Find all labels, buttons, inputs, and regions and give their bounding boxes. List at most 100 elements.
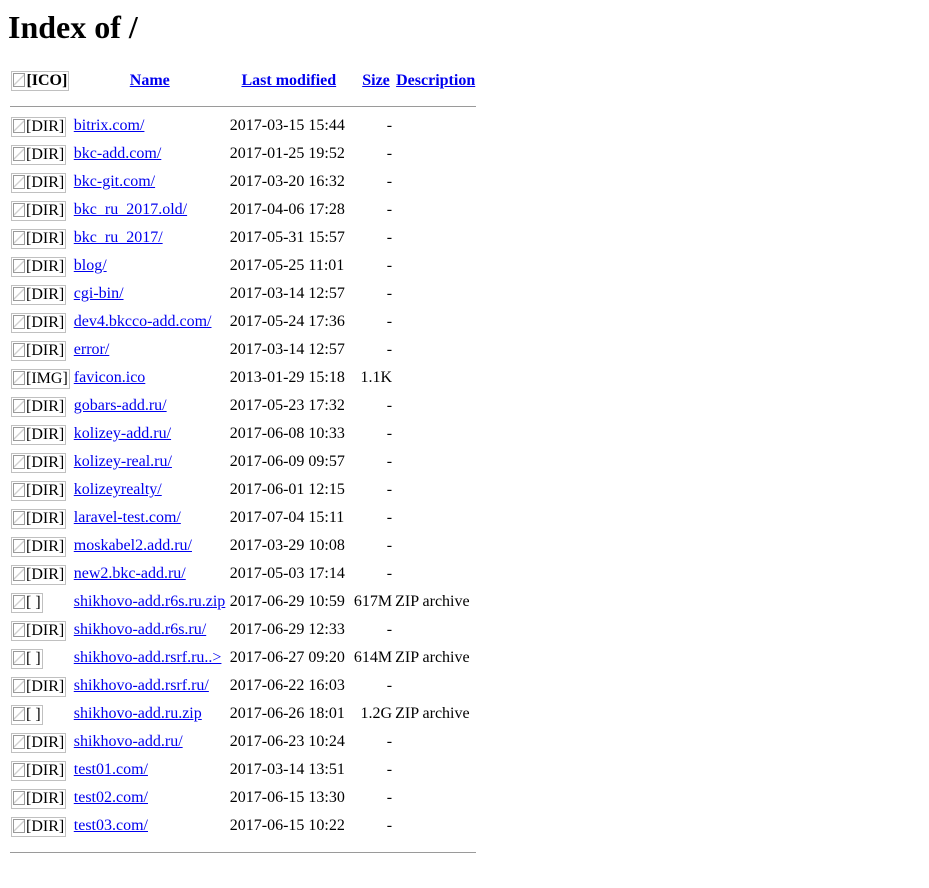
description-cell	[395, 564, 476, 590]
broken-image-glyph-icon	[13, 735, 25, 749]
icon-cell: [DIR]	[10, 172, 71, 198]
icon-alt-text: [DIR]	[26, 202, 65, 219]
icon-alt-text: [DIR]	[26, 314, 65, 331]
entry-link[interactable]: laravel-test.com/	[74, 509, 181, 526]
table-row: [ ] shikhovo-add.ru.zip 2017-06-26 18:01 1.…	[10, 704, 476, 730]
folder-icon: [DIR]	[11, 341, 67, 361]
entry-link[interactable]: shikhovo-add.r6s.ru/	[74, 621, 206, 638]
table-row: [DIR] laravel-test.com/2017-07-04 15:11 -	[10, 508, 476, 534]
entry-link[interactable]: test02.com/	[74, 789, 148, 806]
entry-link[interactable]: shikhovo-add.rsrf.ru/	[74, 677, 209, 694]
description-cell	[395, 116, 476, 142]
size-cell: -	[386, 229, 393, 246]
entry-link[interactable]: bkc_ru_2017.old/	[74, 201, 187, 218]
description-cell	[395, 732, 476, 758]
entry-link[interactable]: new2.bkc-add.ru/	[74, 565, 186, 582]
size-cell: -	[386, 117, 393, 134]
broken-image-glyph-icon	[13, 315, 25, 329]
icon-cell: [DIR]	[10, 200, 71, 226]
size-cell: -	[386, 761, 393, 778]
modified-cell: 2013-01-29 15:18	[229, 369, 345, 386]
entry-link[interactable]: blog/	[74, 257, 107, 274]
entry-link[interactable]: kolizey-add.ru/	[74, 425, 171, 442]
icon-alt-text: [ ]	[26, 650, 41, 667]
name-cell: kolizeyrealty/	[73, 480, 227, 506]
name-cell: cgi-bin/	[73, 284, 227, 310]
description-cell: ZIP archive	[395, 649, 470, 666]
modified-cell: 2017-04-06 17:28	[229, 201, 345, 218]
name-cell: bkc-add.com/	[73, 144, 227, 170]
icon-cell: [ ]	[10, 592, 71, 618]
name-column-header: Name	[73, 66, 227, 96]
size-cell: -	[386, 789, 393, 806]
folder-icon: [DIR]	[11, 313, 67, 333]
entry-link[interactable]: kolizey-real.ru/	[74, 453, 172, 470]
description-cell	[395, 508, 476, 534]
icon-alt-text: [DIR]	[26, 230, 65, 247]
icon-cell: [DIR]	[10, 144, 71, 170]
entry-link[interactable]: error/	[74, 341, 110, 358]
broken-image-glyph-icon	[13, 651, 25, 665]
size-cell: -	[386, 509, 393, 526]
icon-cell: [DIR]	[10, 816, 71, 842]
name-cell: test01.com/	[73, 760, 227, 786]
table-row: [DIR] error/2017-03-14 12:57 -	[10, 340, 476, 366]
table-row: [DIR] moskabel2.add.ru/2017-03-29 10:08 -	[10, 536, 476, 562]
entry-link[interactable]: shikhovo-add.ru.zip	[74, 705, 202, 722]
entry-link[interactable]: dev4.bkcco-add.com/	[74, 313, 212, 330]
icon-cell: [DIR]	[10, 116, 71, 142]
icon-cell: [DIR]	[10, 396, 71, 422]
icon-alt-text: [DIR]	[26, 818, 65, 835]
broken-image-glyph-icon	[13, 371, 25, 385]
description-cell	[395, 396, 476, 422]
entry-link[interactable]: shikhovo-add.r6s.ru.zip	[74, 593, 226, 610]
entry-link[interactable]: kolizeyrealty/	[74, 481, 162, 498]
entry-link[interactable]: shikhovo-add.rsrf.ru..>	[74, 649, 222, 666]
table-row: [DIR] bkc_ru_2017.old/2017-04-06 17:28 -	[10, 200, 476, 226]
sort-by-name-link[interactable]: Name	[130, 72, 170, 89]
sort-by-last-modified-link[interactable]: Last modified	[241, 72, 336, 89]
modified-cell: 2017-03-15 15:44	[229, 117, 345, 134]
name-cell: kolizey-real.ru/	[73, 452, 227, 478]
icon-cell: [DIR]	[10, 564, 71, 590]
description-cell: ZIP archive	[395, 705, 470, 722]
broken-image-glyph-icon	[13, 73, 26, 87]
modified-cell: 2017-03-14 13:51	[229, 761, 345, 778]
entry-link[interactable]: bkc-git.com/	[74, 173, 155, 190]
entry-link[interactable]: gobars-add.ru/	[74, 397, 167, 414]
folder-icon: [DIR]	[11, 173, 67, 193]
icon-cell: [IMG]	[10, 368, 71, 394]
file-icon: [ ]	[11, 593, 43, 613]
description-cell	[395, 256, 476, 282]
name-cell: bkc_ru_2017.old/	[73, 200, 227, 226]
icon-alt-text: [DIR]	[26, 146, 65, 163]
sort-by-description-link[interactable]: Description	[396, 72, 475, 89]
entry-link[interactable]: cgi-bin/	[74, 285, 124, 302]
folder-icon: [DIR]	[11, 509, 67, 529]
modified-cell: 2017-06-27 09:20	[229, 649, 345, 666]
entry-link[interactable]: test03.com/	[74, 817, 148, 834]
icon-cell: [DIR]	[10, 312, 71, 338]
entry-link[interactable]: bkc-add.com/	[74, 145, 162, 162]
entry-link[interactable]: test01.com/	[74, 761, 148, 778]
entry-link[interactable]: favicon.ico	[74, 369, 146, 386]
size-cell: -	[386, 173, 393, 190]
broken-image-glyph-icon	[13, 623, 25, 637]
description-cell	[395, 536, 476, 562]
broken-image-glyph-icon	[13, 511, 25, 525]
size-cell: -	[386, 145, 393, 162]
name-cell: shikhovo-add.r6s.ru.zip	[73, 592, 227, 618]
entry-link[interactable]: bitrix.com/	[74, 117, 145, 134]
entry-link[interactable]: moskabel2.add.ru/	[74, 537, 192, 554]
size-cell: -	[386, 425, 393, 442]
icon-alt-text: [DIR]	[26, 678, 65, 695]
folder-icon: [DIR]	[11, 117, 67, 137]
icon-cell: [DIR]	[10, 256, 71, 282]
entry-link[interactable]: shikhovo-add.ru/	[74, 733, 183, 750]
modified-cell: 2017-05-31 15:57	[229, 229, 345, 246]
broken-image-glyph-icon	[13, 119, 25, 133]
entry-link[interactable]: bkc_ru_2017/	[74, 229, 163, 246]
sort-by-size-link[interactable]: Size	[362, 72, 390, 89]
modified-cell: 2017-06-29 10:59	[229, 593, 345, 610]
modified-cell: 2017-06-15 13:30	[229, 789, 345, 806]
